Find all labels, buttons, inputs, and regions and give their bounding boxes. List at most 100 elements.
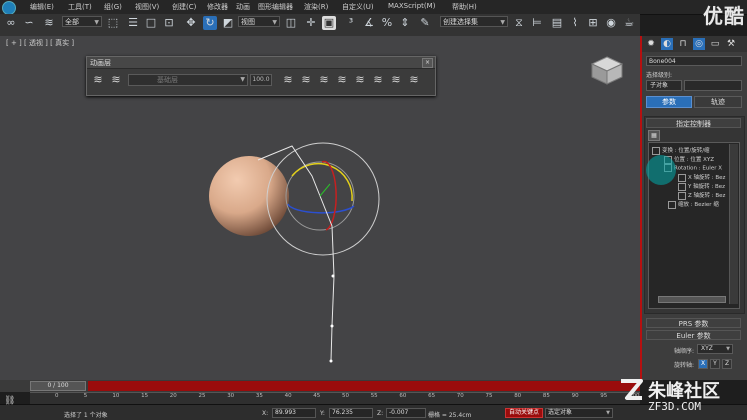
paste-new-layer-icon[interactable]: ≋ (353, 73, 367, 87)
bind-spacewarp-icon[interactable]: ≋ (42, 16, 56, 30)
euler-params-title[interactable]: Euler 参数 (646, 330, 741, 340)
disable-layer-icon[interactable]: ≋ (389, 73, 403, 87)
delete-anim-layer-icon[interactable]: ≋ (299, 73, 313, 87)
y-coordinate-field[interactable]: 76.235 (329, 408, 373, 418)
move-icon[interactable]: ✥ (184, 16, 198, 30)
display-tab-icon[interactable]: ▭ (709, 38, 721, 50)
tree-item-transform[interactable]: 变换 : 位置/旋转/缩 (652, 146, 710, 155)
hierarchy-tab-icon[interactable]: ⊓ (677, 38, 689, 50)
tree-hscrollbar[interactable] (658, 296, 726, 303)
utilities-tab-icon[interactable]: ⚒ (725, 38, 737, 50)
add-anim-layer-icon[interactable]: ≋ (281, 73, 295, 87)
viewcube-icon[interactable] (590, 55, 624, 85)
prs-params-title[interactable]: PRS 参数 (646, 318, 741, 328)
select-object-icon[interactable]: ⬚ (106, 16, 120, 30)
key-filter-dropdown[interactable]: 选定对象 ▼ (545, 408, 613, 418)
axis-y-button[interactable]: Y (710, 359, 720, 369)
menu-group[interactable]: 组(G) (104, 2, 122, 12)
ref-coord-value: 视图 (241, 18, 255, 26)
schematic-view-icon[interactable]: ⊞ (586, 16, 600, 30)
modify-tab-icon[interactable]: ◐ (661, 38, 673, 50)
axis-order-dropdown[interactable]: XYZ ▼ (697, 344, 733, 354)
tree-item-scale[interactable]: 缩放 : Bezier 缩 (668, 200, 719, 209)
menu-rendering[interactable]: 渲染(R) (304, 2, 328, 12)
edit-named-sets-icon[interactable]: ✎ (418, 16, 432, 30)
assign-controller-icon[interactable]: ▦ (648, 130, 660, 141)
create-tab-icon[interactable]: ✹ (645, 38, 657, 50)
close-icon[interactable]: × (422, 58, 433, 68)
menu-graph-editors[interactable]: 图形编辑器 (258, 2, 293, 12)
tree-label: 位置 : 位置 XYZ (674, 157, 714, 163)
cursor-highlight (646, 155, 676, 185)
layer-manager-icon[interactable]: ▤ (550, 16, 564, 30)
menu-animation[interactable]: 动画 (236, 2, 250, 12)
auto-key-time-range[interactable] (88, 381, 640, 391)
menu-help[interactable]: 帮助(H) (452, 2, 477, 12)
tree-item-y-rotation[interactable]: Y 轴旋转 : Bez (678, 182, 725, 191)
rotate-gizmo-y-axis[interactable] (291, 162, 353, 202)
tree-scrollbar[interactable] (729, 144, 738, 304)
pivot-center-icon[interactable]: ◫ (284, 16, 298, 30)
menu-edit[interactable]: 编辑(E) (30, 2, 54, 12)
window-crossing-icon[interactable]: ⊡ (162, 16, 176, 30)
collapse-layer-icon[interactable]: ≋ (371, 73, 385, 87)
auto-key-button[interactable]: 自动关键点 (505, 408, 543, 418)
trajectories-tab[interactable]: 轨迹 (694, 96, 742, 108)
time-slider[interactable]: 0 / 100 (30, 381, 86, 391)
object-name-field[interactable]: Bone004 (646, 56, 742, 66)
menu-maxscript[interactable]: MAXScript(M) (388, 2, 435, 10)
tree-label: 缩放 : Bezier 缩 (678, 202, 719, 208)
select-by-name-icon[interactable]: ☰ (126, 16, 140, 30)
maxscript-listener-icon[interactable]: ⛓ (4, 396, 15, 406)
layer-dropdown[interactable]: 基础层 ▼ (128, 74, 248, 86)
menu-customize[interactable]: 自定义(U) (342, 2, 374, 12)
layer-icon[interactable]: ≋ (91, 73, 105, 87)
x-label: X: (262, 410, 269, 417)
align-icon[interactable]: ⊨ (530, 16, 544, 30)
link-icon[interactable]: ∞ (4, 16, 18, 30)
app-logo-icon[interactable] (2, 1, 16, 15)
timeline-tick-label: 60 (399, 393, 407, 399)
ref-coord-dropdown[interactable]: 视图 ▼ (238, 16, 280, 27)
motion-tab-icon[interactable]: ◎ (693, 38, 705, 50)
layer-properties-icon[interactable]: ≋ (407, 73, 421, 87)
assign-controller-title[interactable]: 指定控制器 (646, 118, 741, 128)
menu-create[interactable]: 创建(C) (172, 2, 196, 12)
copy-anim-layer-icon[interactable]: ≋ (317, 73, 331, 87)
selection-filter-dropdown[interactable]: 全部 ▼ (62, 16, 102, 27)
curve-editor-icon[interactable]: ⌇ (568, 16, 582, 30)
menu-tools[interactable]: 工具(T) (68, 2, 92, 12)
tree-item-x-rotation[interactable]: X 轴旋转 : Bez (678, 173, 725, 182)
sub-object-button[interactable]: 子对象 (646, 80, 682, 91)
axis-x-button[interactable]: X (698, 359, 708, 369)
timeline-tick-label: 0 (55, 393, 59, 399)
spinner-snap-icon[interactable]: ⇕ (398, 16, 412, 30)
layer-toggle-icon[interactable]: ≋ (109, 73, 123, 87)
menu-views[interactable]: 视图(V) (135, 2, 159, 12)
menu-modifiers[interactable]: 修改器 (207, 2, 228, 12)
parameters-tab[interactable]: 参数 (646, 96, 692, 108)
select-manipulate-icon[interactable]: ✛ (304, 16, 318, 30)
percent-snap-icon[interactable]: % (380, 16, 394, 30)
layer-weight-field[interactable]: 100.0 (250, 74, 272, 86)
x-coordinate-field[interactable]: 89.993 (272, 408, 316, 418)
paste-active-layer-icon[interactable]: ≋ (335, 73, 349, 87)
sub-object-dropdown[interactable] (684, 80, 742, 91)
mirror-icon[interactable]: ⧖ (512, 16, 526, 30)
named-selection-dropdown[interactable]: 创建选择集 ▼ (440, 16, 508, 27)
axis-z-button[interactable]: Z (722, 359, 732, 369)
unlink-icon[interactable]: ∽ (22, 16, 36, 30)
z-coordinate-field[interactable]: -0.007 (386, 408, 426, 418)
rect-selection-icon[interactable]: □ (144, 16, 158, 30)
keyboard-shortcut-icon[interactable]: ▣ (322, 16, 336, 30)
sphere-object[interactable] (209, 156, 289, 236)
scale-icon[interactable]: ◩ (221, 16, 235, 30)
angle-snap-icon[interactable]: ∡ (362, 16, 376, 30)
anim-layers-titlebar[interactable] (87, 57, 435, 69)
material-editor-icon[interactable]: ◉ (604, 16, 618, 30)
rotate-gizmo-z-axis[interactable] (287, 203, 355, 214)
render-setup-icon[interactable]: ☕ (622, 16, 636, 30)
snaps-toggle-icon[interactable]: ³ (344, 16, 358, 30)
rotate-icon[interactable]: ↻ (203, 16, 217, 30)
tree-item-z-rotation[interactable]: Z 轴旋转 : Bez (678, 191, 725, 200)
